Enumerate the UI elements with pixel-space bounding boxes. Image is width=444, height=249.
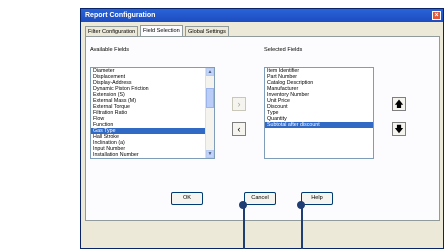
list-item[interactable]: Subtotal after discount xyxy=(265,122,373,128)
add-field-button[interactable]: › xyxy=(232,97,246,111)
available-fields-list[interactable]: Diameter Displacement Display-Address Dynam… xyxy=(90,67,215,159)
scroll-thumb[interactable] xyxy=(206,88,214,108)
remove-field-button[interactable]: ‹ xyxy=(232,122,246,136)
tab-global-settings[interactable]: Global Settings xyxy=(185,26,229,36)
marker-dot-right xyxy=(297,201,305,209)
cancel-button[interactable]: Cancel xyxy=(244,192,276,205)
report-configuration-dialog: Report Configuration × Filter Configurat… xyxy=(80,8,444,249)
available-fields-label: Available Fields xyxy=(90,47,130,53)
marker-dot-left xyxy=(239,201,247,209)
scroll-down-icon[interactable]: ▼ xyxy=(206,150,214,158)
ok-button[interactable]: OK xyxy=(171,192,203,205)
tab-filter-configuration[interactable]: Filter Configuration xyxy=(85,26,139,36)
list-item[interactable]: Installation Number xyxy=(91,152,214,158)
window-title: Report Configuration xyxy=(85,12,156,19)
move-up-icon[interactable]: 🡅 xyxy=(392,97,406,111)
selected-fields-list[interactable]: Item Identifier Part Number Catalog Descri… xyxy=(264,67,374,159)
move-down-icon[interactable]: 🡇 xyxy=(392,122,406,136)
marker-line-left xyxy=(243,207,245,249)
close-icon[interactable]: × xyxy=(432,11,441,20)
field-selection-panel: Available Fields Diameter Displacement Dis… xyxy=(85,36,440,221)
available-scrollbar[interactable]: ▲ ▼ xyxy=(205,68,214,158)
title-bar: Report Configuration × xyxy=(81,9,443,22)
scroll-up-icon[interactable]: ▲ xyxy=(206,68,214,76)
selected-fields-label: Selected Fields xyxy=(264,47,303,53)
help-button[interactable]: Help xyxy=(301,192,333,205)
tab-field-selection[interactable]: Field Selection xyxy=(140,25,183,36)
marker-line-right xyxy=(301,207,303,249)
